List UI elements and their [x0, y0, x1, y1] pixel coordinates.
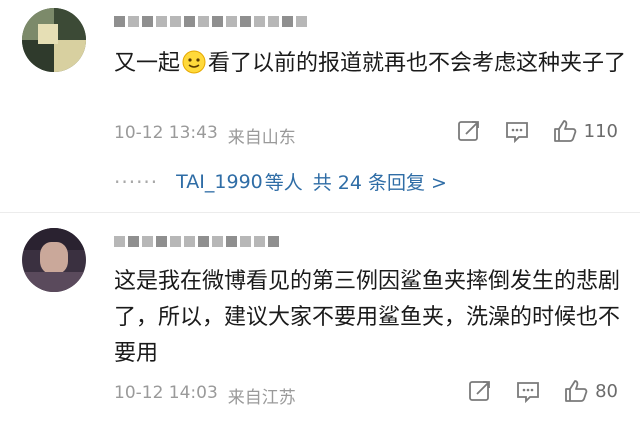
divider	[0, 212, 640, 213]
reply-summary[interactable]: ······ TAI_1990 等人 共 24 条回复 >	[114, 168, 447, 195]
comment-actions: 110	[434, 118, 618, 144]
repost-button[interactable]	[456, 118, 482, 144]
smirk-face-emoji-icon	[182, 50, 206, 74]
username-blurred[interactable]	[114, 232, 279, 250]
username-blurred[interactable]	[114, 12, 307, 30]
thumbs-up-icon	[565, 380, 588, 402]
comment-actions: 80	[445, 378, 618, 404]
avatar[interactable]	[22, 8, 86, 72]
comment-icon	[517, 382, 539, 404]
like-count: 80	[595, 380, 618, 402]
view-replies-link[interactable]: 共 24 条回复 >	[313, 168, 447, 195]
comment-text: 又一起 看了以前的报道就再也不会考虑这种夹子了	[114, 46, 634, 82]
like-count: 110	[583, 120, 618, 142]
repost-icon	[457, 121, 479, 141]
avatar[interactable]	[22, 228, 86, 292]
reply-button[interactable]	[504, 118, 530, 144]
reply-user-link[interactable]: TAI_1990	[176, 171, 263, 193]
like-button[interactable]: 80	[563, 378, 618, 404]
thumbs-up-icon	[553, 120, 576, 142]
comment-time: 10-12 14:03	[114, 383, 218, 403]
comment-text-part1: 又一起	[114, 51, 181, 76]
comment-text: 这是我在微博看见的第三例因鲨鱼夹摔倒发生的悲剧了，所以，建议大家不要用鲨鱼夹，洗…	[114, 269, 621, 366]
comment-location: 来自江苏	[227, 388, 296, 408]
reply-button[interactable]	[515, 378, 541, 404]
comment-time: 10-12 13:43	[114, 123, 218, 143]
comment-location: 来自山东	[227, 128, 296, 148]
comment-meta: 10-12 13:43 来自山东	[114, 123, 296, 148]
like-button[interactable]: 110	[552, 118, 618, 144]
repost-button[interactable]	[467, 378, 493, 404]
repost-icon	[469, 381, 490, 401]
comment-text-part2: 看了以前的报道就再也不会考虑这种夹子了	[208, 51, 627, 76]
comment-meta: 10-12 14:03 来自江苏	[114, 383, 296, 408]
comment-icon	[505, 122, 528, 144]
reply-user-suffix: 等人	[264, 172, 303, 194]
reply-dots: ······	[114, 169, 159, 194]
